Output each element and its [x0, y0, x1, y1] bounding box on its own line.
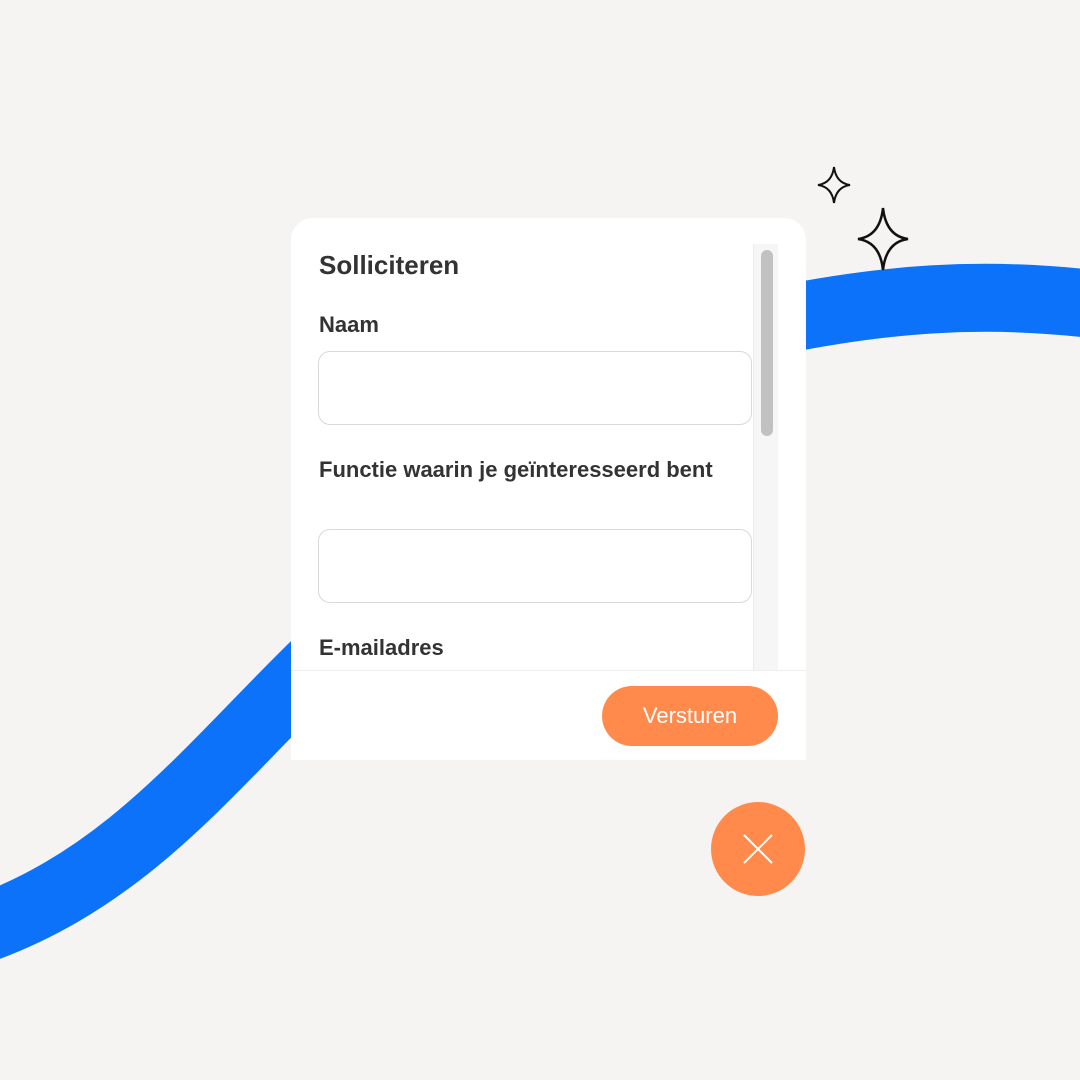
scrollbar[interactable] [753, 244, 778, 670]
position-interest-input[interactable] [318, 529, 752, 603]
name-label: Naam [319, 312, 379, 337]
form-title: Solliciteren [319, 250, 460, 280]
scrollbar-thumb[interactable] [761, 250, 773, 436]
sparkle-large-icon [857, 207, 909, 271]
email-label: E-mailadres [319, 635, 444, 660]
position-interest-label: Functie waarin je geïnteresseerd bent [319, 457, 713, 482]
close-widget-button[interactable] [711, 802, 805, 896]
form-scroll-area[interactable]: Solliciteren Naam Functie waarin je geïn… [291, 218, 806, 670]
submit-button[interactable]: Versturen [602, 686, 778, 746]
form-footer: Versturen [291, 670, 806, 760]
name-input[interactable] [318, 351, 752, 425]
application-form-widget: Solliciteren Naam Functie waarin je geïn… [291, 218, 806, 760]
sparkle-small-icon [817, 166, 851, 204]
close-icon [743, 834, 773, 864]
